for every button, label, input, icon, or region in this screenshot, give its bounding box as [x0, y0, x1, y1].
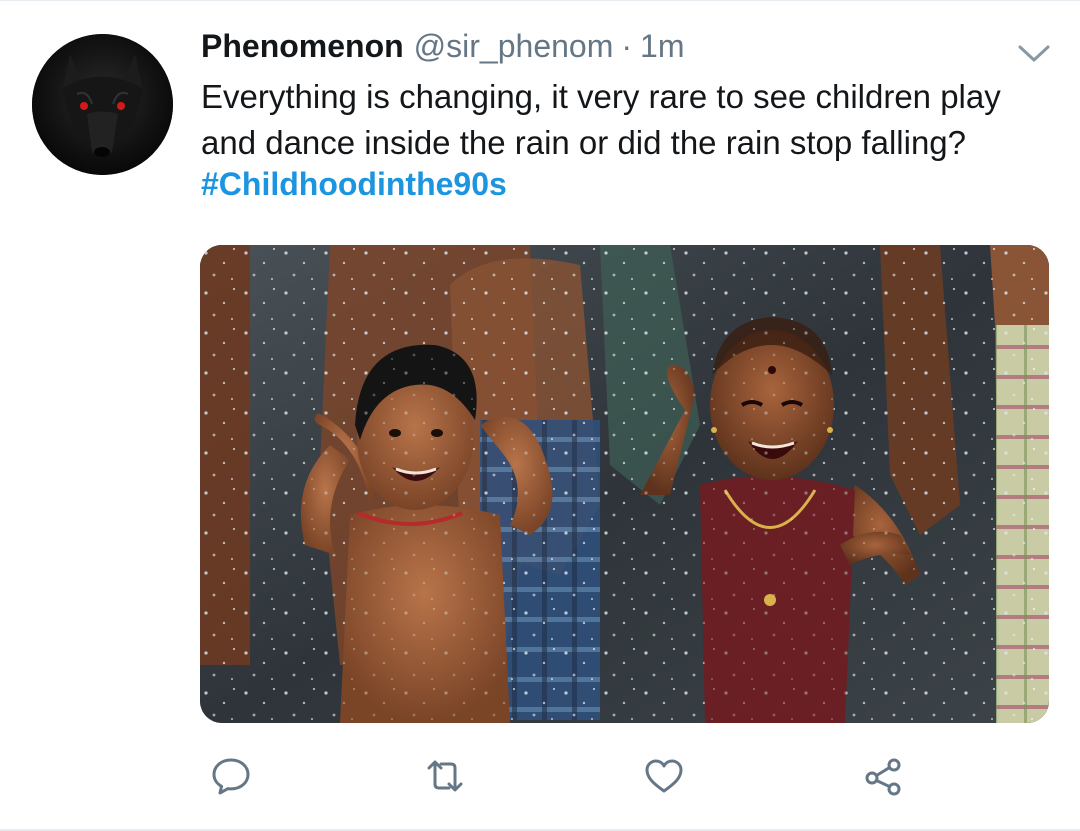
reply-button[interactable]	[205, 750, 257, 802]
like-button[interactable]	[638, 750, 690, 802]
heart-icon	[645, 759, 683, 793]
left-eye	[80, 102, 88, 110]
reply-icon	[212, 758, 250, 795]
tweet-text: Everything is changing, it very rare to …	[201, 78, 1001, 161]
share-icon	[865, 758, 901, 796]
children-in-rain-photo	[200, 245, 1049, 723]
separator-dot: ·	[621, 28, 633, 64]
retweet-icon	[427, 760, 463, 792]
tweet-media-image[interactable]	[200, 245, 1049, 723]
top-divider	[0, 0, 1080, 1]
chevron-down-icon[interactable]	[1014, 38, 1054, 68]
tweet-header: Phenomenon @sir_phenom · 1m	[201, 28, 684, 72]
hashtag-link[interactable]: #Childhoodinthe90s	[201, 166, 507, 203]
avatar[interactable]	[32, 34, 173, 175]
tweet-actions	[0, 750, 1080, 802]
right-eye	[117, 102, 125, 110]
user-handle[interactable]: @sir_phenom	[414, 28, 614, 65]
wolf-avatar-image	[32, 34, 173, 175]
retweet-button[interactable]	[419, 750, 471, 802]
timestamp[interactable]: 1m	[640, 28, 684, 65]
display-name[interactable]: Phenomenon	[201, 28, 404, 65]
share-button[interactable]	[857, 750, 909, 802]
